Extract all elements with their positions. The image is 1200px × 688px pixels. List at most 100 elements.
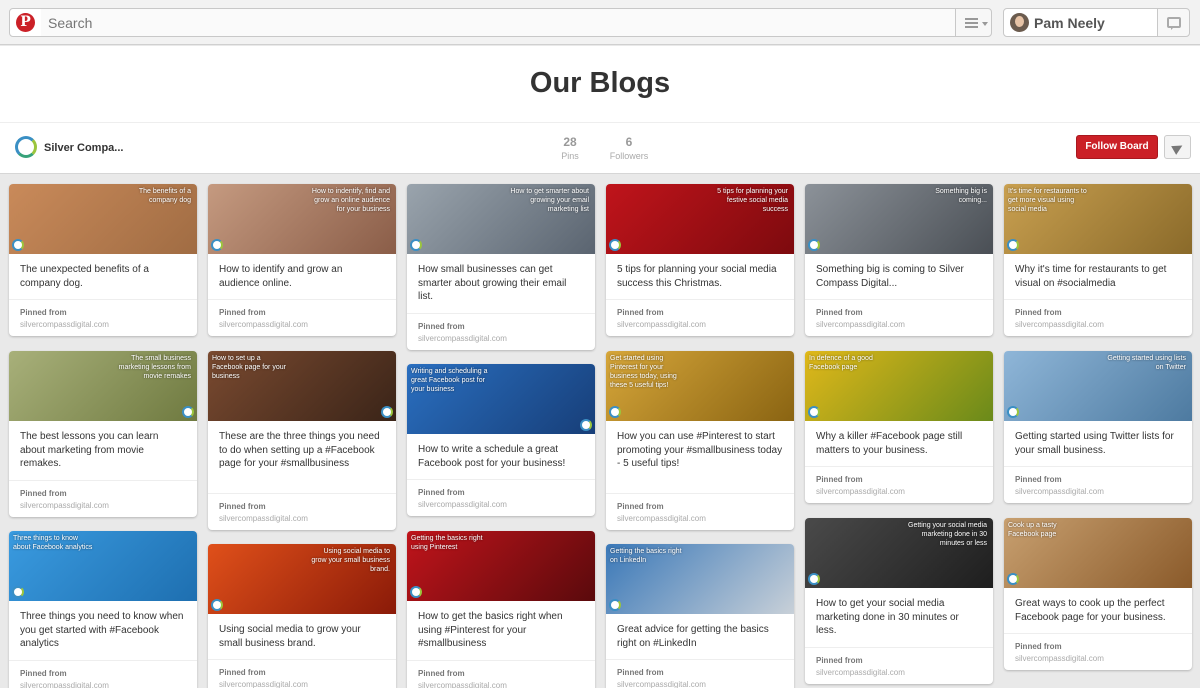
pin-source-link[interactable]: silvercompassdigital.com <box>1015 320 1104 329</box>
pinner-avatar-icon[interactable] <box>182 406 194 418</box>
category-menu-button[interactable] <box>955 8 992 37</box>
board-header: Our Blogs Silver Compa... 28 Pins 6 Foll… <box>0 46 1200 174</box>
pin-image[interactable]: 5 tips for planning your festive social … <box>606 184 794 254</box>
pin-image[interactable]: Getting the basics right using Pinterest <box>407 531 595 601</box>
pin-card[interactable]: It's time for restaurants to get more vi… <box>1004 184 1192 336</box>
pinner-avatar-icon[interactable] <box>609 599 621 611</box>
pinner-avatar-icon[interactable] <box>381 406 393 418</box>
divider <box>9 660 197 661</box>
pin-source-link[interactable]: silvercompassdigital.com <box>816 487 905 496</box>
pin-card[interactable]: In defence of a good Facebook page Why a … <box>805 351 993 503</box>
pin-source-link[interactable]: silvercompassdigital.com <box>418 681 507 688</box>
pin-image[interactable]: Using social media to grow your small bu… <box>208 544 396 614</box>
pin-image[interactable]: Getting the basics right on LinkedIn <box>606 544 794 614</box>
pin-image[interactable]: Cook up a tasty Facebook page <box>1004 518 1192 588</box>
pin-image-caption: Getting your social media marketing done… <box>908 522 987 547</box>
owner-name-link[interactable]: Silver Compa... <box>44 142 123 154</box>
user-profile-button[interactable]: Pam Neely <box>1003 8 1158 37</box>
pin-card[interactable]: Writing and scheduling a great Facebook … <box>407 364 595 516</box>
owner-avatar[interactable] <box>15 136 37 158</box>
follow-board-button[interactable]: Follow Board <box>1076 135 1158 159</box>
pin-source-link[interactable]: silvercompassdigital.com <box>219 680 308 688</box>
pin-card[interactable]: Using social media to grow your small bu… <box>208 544 396 688</box>
pinner-avatar-icon[interactable] <box>211 599 223 611</box>
pin-card[interactable]: The benefits of a company dog The unexpec… <box>9 184 197 336</box>
send-board-button[interactable] <box>1164 135 1191 159</box>
pinner-avatar-icon[interactable] <box>410 586 422 598</box>
pin-source-link[interactable]: silvercompassdigital.com <box>1015 654 1104 663</box>
pin-image[interactable]: The benefits of a company dog <box>9 184 197 254</box>
pin-card[interactable]: How to indentify, find and grow an onlin… <box>208 184 396 336</box>
pinner-avatar-icon[interactable] <box>12 586 24 598</box>
notifications-button[interactable] <box>1157 8 1190 37</box>
pin-card[interactable]: Getting the basics right using Pinterest… <box>407 531 595 688</box>
pin-source-link[interactable]: silvercompassdigital.com <box>418 334 507 343</box>
pin-image[interactable]: How to set up a Facebook page for your b… <box>208 351 396 421</box>
pin-source-link[interactable]: silvercompassdigital.com <box>1015 487 1104 496</box>
pinner-avatar-icon[interactable] <box>609 239 621 251</box>
pinner-avatar-icon[interactable] <box>580 419 592 431</box>
pinner-avatar-icon[interactable] <box>211 239 223 251</box>
pin-image[interactable]: Get started using Pinterest for your bus… <box>606 351 794 421</box>
pin-description: How to get your social media marketing d… <box>816 598 959 636</box>
pin-description: Why it's time for restaurants to get vis… <box>1015 264 1167 289</box>
pinner-avatar-icon[interactable] <box>12 239 24 251</box>
pin-source-link[interactable]: silvercompassdigital.com <box>816 668 905 677</box>
pinned-from-label: Pinned from <box>418 669 465 678</box>
pinned-from-label: Pinned from <box>816 308 863 317</box>
pin-card[interactable]: Getting started using lists on Twitter Ge… <box>1004 351 1192 503</box>
pinner-avatar-icon[interactable] <box>808 406 820 418</box>
followers-count[interactable]: 6 Followers <box>605 135 653 161</box>
pin-image[interactable]: In defence of a good Facebook page <box>805 351 993 421</box>
pin-image[interactable]: Getting your social media marketing done… <box>805 518 993 588</box>
pin-source-link[interactable]: silvercompassdigital.com <box>617 680 706 688</box>
pin-image[interactable]: Getting started using lists on Twitter <box>1004 351 1192 421</box>
pinner-avatar-icon[interactable] <box>808 239 820 251</box>
pin-description: Getting started using Twitter lists for … <box>1015 431 1174 456</box>
pin-image[interactable]: Three things to know about Facebook anal… <box>9 531 197 601</box>
pin-card[interactable]: How to get smarter about growing your em… <box>407 184 595 350</box>
pin-card[interactable]: Cook up a tasty Facebook page Great ways … <box>1004 518 1192 670</box>
pin-card[interactable]: How to set up a Facebook page for your b… <box>208 351 396 530</box>
pinner-avatar-icon[interactable] <box>609 406 621 418</box>
pin-source-link[interactable]: silvercompassdigital.com <box>617 320 706 329</box>
pin-card[interactable]: Getting the basics right on LinkedIn Grea… <box>606 544 794 688</box>
pin-card[interactable]: Something big is coming... Something big … <box>805 184 993 336</box>
pin-card[interactable]: Three things to know about Facebook anal… <box>9 531 197 688</box>
pin-image[interactable]: Something big is coming... <box>805 184 993 254</box>
pin-source-link[interactable]: silvercompassdigital.com <box>219 514 308 523</box>
pinner-avatar-icon[interactable] <box>1007 406 1019 418</box>
divider <box>606 493 794 494</box>
pin-description: The best lessons you can learn about mar… <box>20 431 159 469</box>
pin-image[interactable]: Writing and scheduling a great Facebook … <box>407 364 595 434</box>
pin-description: How small businesses can get smarter abo… <box>418 264 567 302</box>
pin-card[interactable]: Getting your social media marketing done… <box>805 518 993 684</box>
divider <box>0 122 1200 123</box>
pin-image[interactable]: It's time for restaurants to get more vi… <box>1004 184 1192 254</box>
search-input[interactable] <box>41 8 956 37</box>
pinner-avatar-icon[interactable] <box>410 239 422 251</box>
pin-image-caption: Using social media to grow your small bu… <box>311 548 390 573</box>
pin-source-link[interactable]: silvercompassdigital.com <box>219 320 308 329</box>
pin-image[interactable]: How to indentify, find and grow an onlin… <box>208 184 396 254</box>
pinner-avatar-icon[interactable] <box>808 573 820 585</box>
pin-source-link[interactable]: silvercompassdigital.com <box>816 320 905 329</box>
pin-image[interactable]: The small business marketing lessons fro… <box>9 351 197 421</box>
pin-source-link[interactable]: silvercompassdigital.com <box>20 501 109 510</box>
pinner-avatar-icon[interactable] <box>1007 239 1019 251</box>
pinterest-logo-button[interactable]: P <box>9 8 42 37</box>
pin-source-link[interactable]: silvercompassdigital.com <box>418 500 507 509</box>
pinned-from-label: Pinned from <box>20 308 67 317</box>
pinner-avatar-icon[interactable] <box>1007 573 1019 585</box>
pin-card[interactable]: 5 tips for planning your festive social … <box>606 184 794 336</box>
divider <box>805 647 993 648</box>
pin-source-link[interactable]: silvercompassdigital.com <box>20 681 109 688</box>
pin-card[interactable]: Get started using Pinterest for your bus… <box>606 351 794 530</box>
pins-count-value: 28 <box>563 135 577 149</box>
pins-count[interactable]: 28 Pins <box>552 135 588 161</box>
pin-card[interactable]: The small business marketing lessons fro… <box>9 351 197 517</box>
pin-source-link[interactable]: silvercompassdigital.com <box>20 320 109 329</box>
pin-image-caption: Writing and scheduling a great Facebook … <box>411 368 488 393</box>
pin-source-link[interactable]: silvercompassdigital.com <box>617 514 706 523</box>
pin-image[interactable]: How to get smarter about growing your em… <box>407 184 595 254</box>
